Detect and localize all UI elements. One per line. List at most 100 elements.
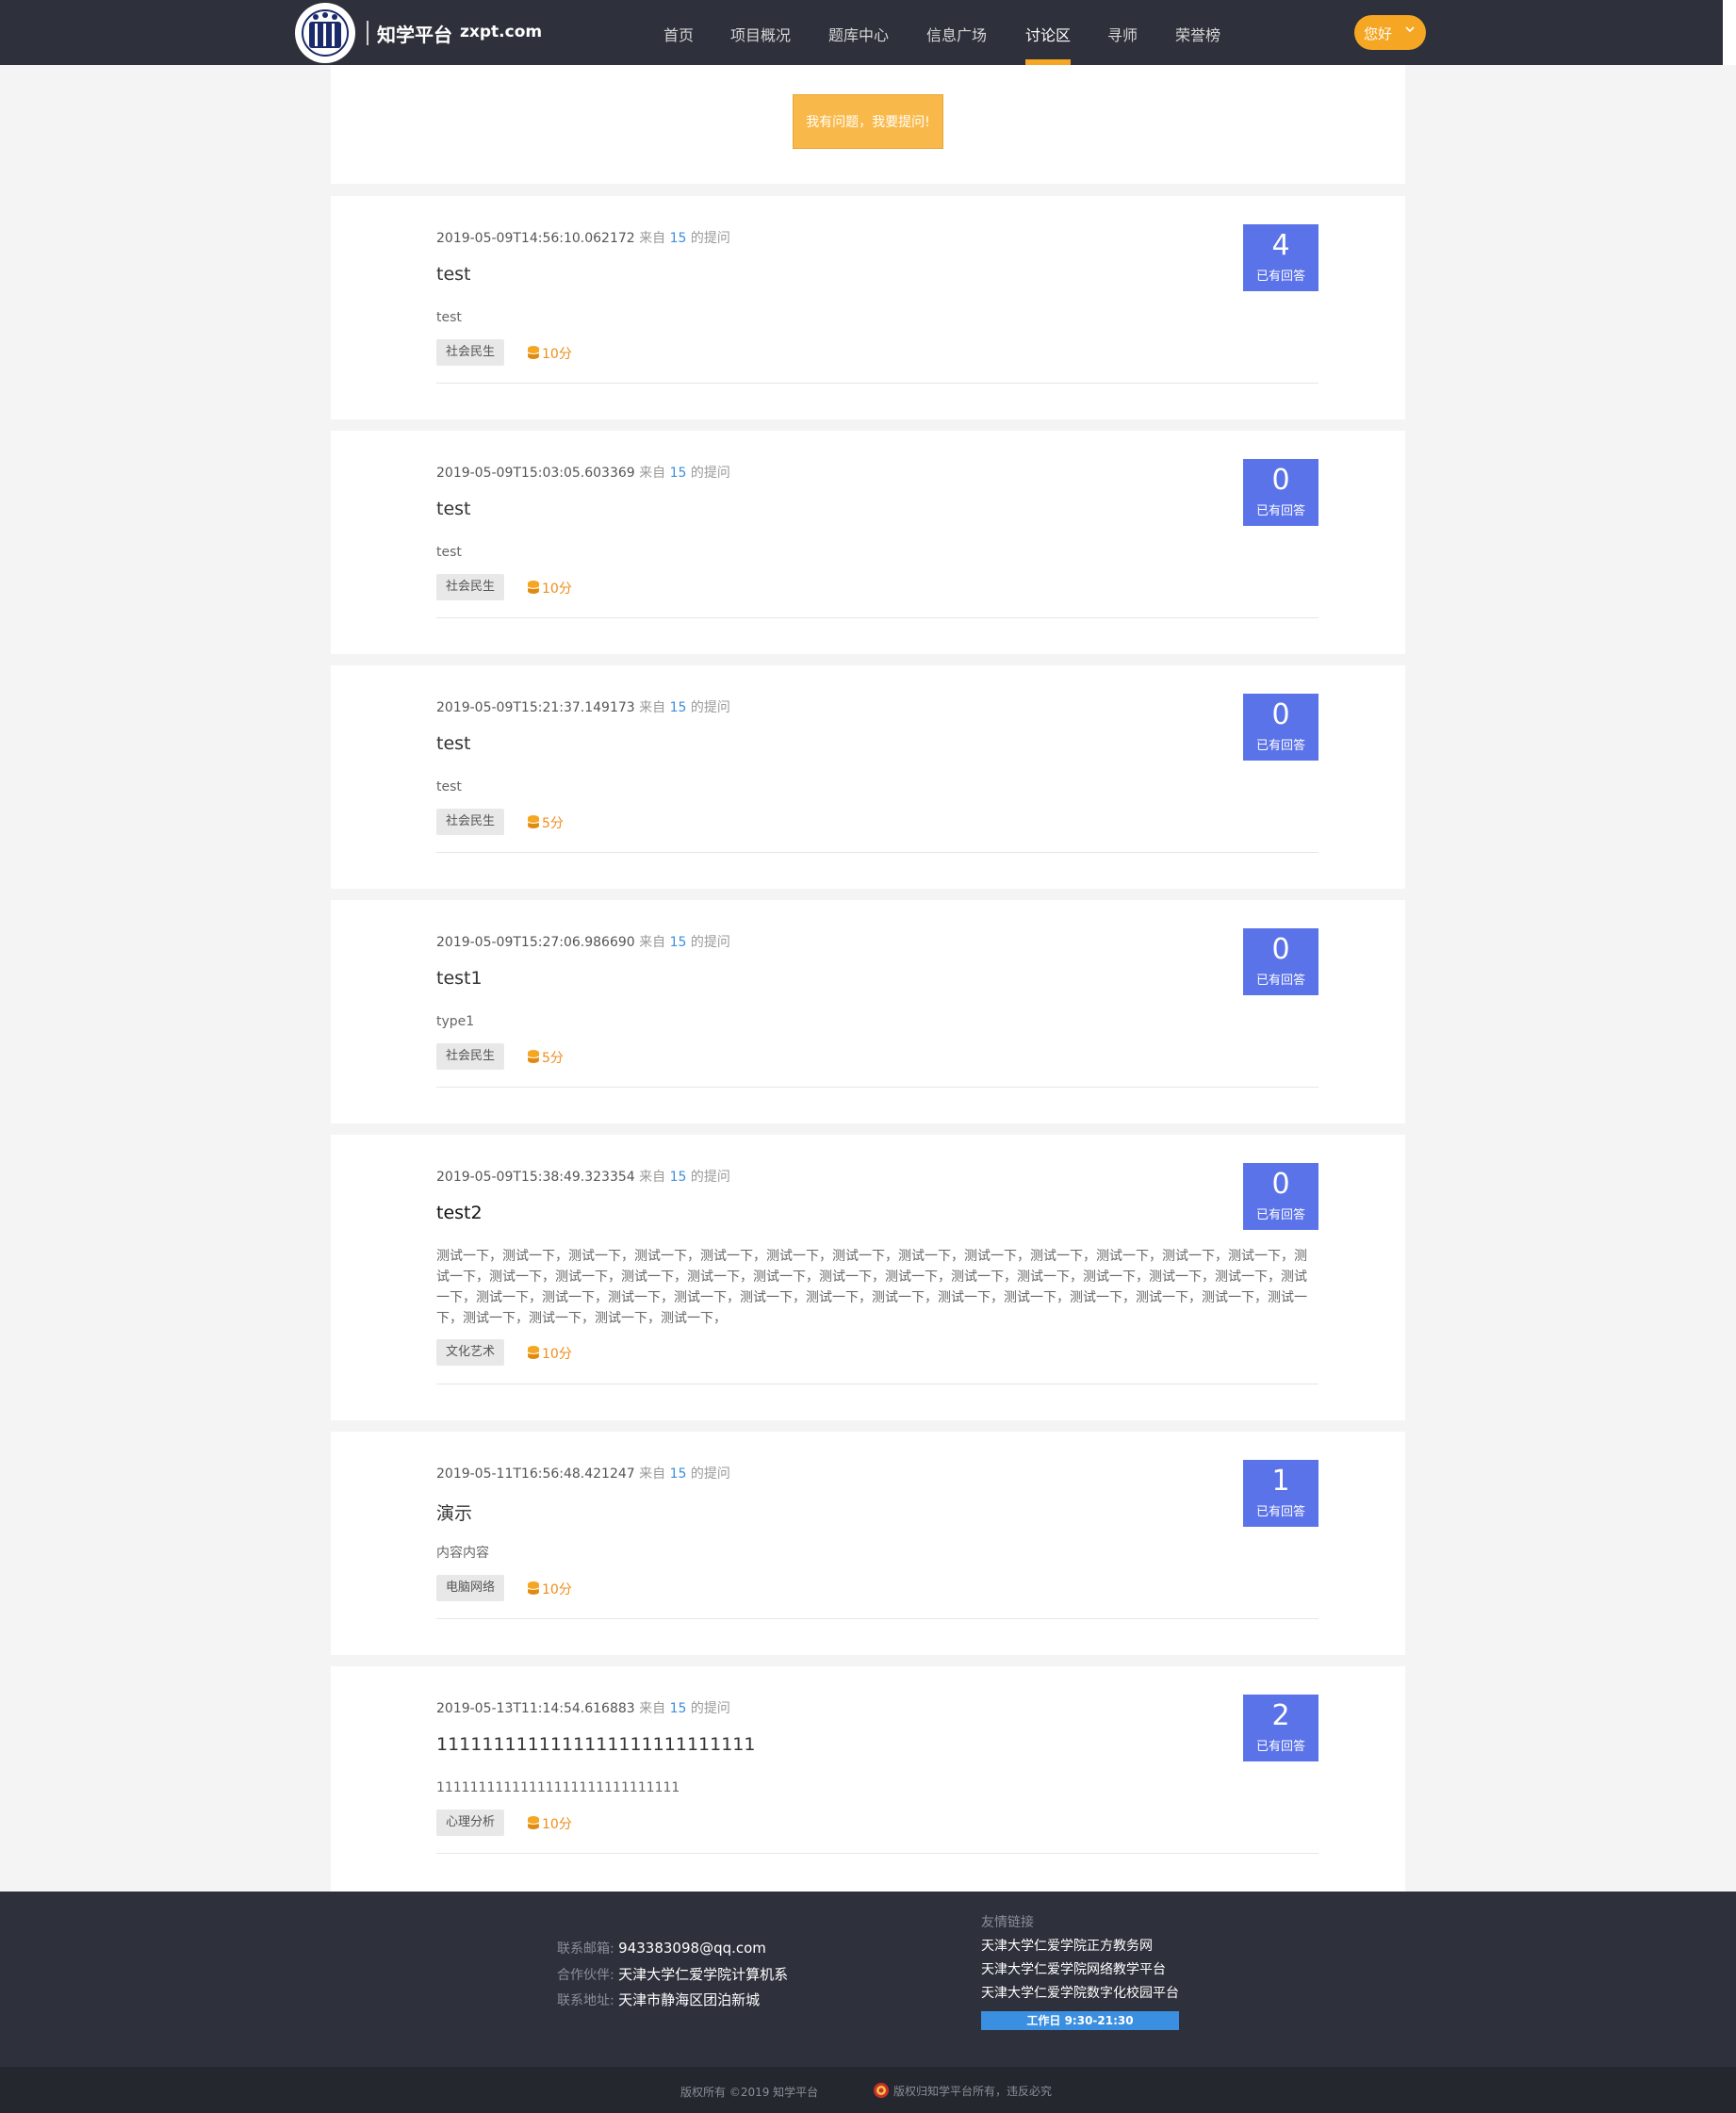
question-body: test [436, 545, 462, 560]
reward-points-value: 5分 [542, 816, 564, 831]
question-title[interactable]: test [436, 733, 471, 754]
friend-link-campus[interactable]: 天津大学仁爱学院数字化校园平台 [981, 1983, 1179, 2002]
asker-id-link[interactable]: 15 [670, 935, 687, 950]
question-from: 来自 [639, 1701, 666, 1716]
nav-honor-roll[interactable]: 荣誉榜 [1175, 23, 1220, 45]
question-card[interactable]: 2019-05-09T15:21:37.149173 来自 15 的提问 tes… [331, 665, 1405, 889]
asker-id-link[interactable]: 15 [670, 1701, 687, 1716]
answer-count-box[interactable]: 2 已有回答 [1243, 1695, 1318, 1761]
coin-stack-icon [527, 346, 540, 359]
reward-points-value: 10分 [542, 1347, 572, 1362]
question-time: 2019-05-09T15:38:49.323354 [436, 1170, 635, 1185]
question-body: 内容内容 [436, 1546, 489, 1561]
asker-id-link[interactable]: 15 [670, 231, 687, 246]
question-title[interactable]: 演示 [436, 1499, 472, 1525]
answer-count-label: 已有回答 [1255, 270, 1305, 284]
question-divider [436, 852, 1318, 853]
reward-points: 10分 [527, 579, 572, 598]
footer-partner-label: 合作伙伴: [557, 1968, 614, 1983]
reward-points-value: 5分 [542, 1051, 564, 1066]
answer-count-box[interactable]: 1 已有回答 [1243, 1460, 1318, 1527]
category-tag[interactable]: 社会民生 [436, 339, 505, 366]
reward-points: 5分 [527, 813, 564, 832]
footer-email: 联系邮箱: 943383098@qq.com [557, 1939, 766, 1957]
answer-count-box[interactable]: 0 已有回答 [1243, 459, 1318, 526]
question-card[interactable]: 2019-05-09T14:56:10.062172 来自 15 的提问 tes… [331, 196, 1405, 419]
question-meta: 2019-05-13T11:14:54.616883 来自 15 的提问 [436, 1698, 730, 1717]
answer-count: 4 [1271, 229, 1290, 262]
question-divider [436, 1618, 1318, 1619]
question-title[interactable]: test [436, 264, 471, 285]
footer-email-value[interactable]: 943383098@qq.com [618, 1940, 766, 1957]
friend-link-academic[interactable]: 天津大学仁爱学院正方教务网 [981, 1936, 1153, 1955]
question-card[interactable]: 2019-05-09T15:38:49.323354 来自 15 的提问 tes… [331, 1135, 1405, 1420]
question-suffix: 的提问 [690, 1466, 730, 1482]
asker-id-link[interactable]: 15 [670, 466, 687, 481]
chevron-down-icon [1404, 24, 1416, 38]
category-tag[interactable]: 社会民生 [436, 574, 505, 600]
question-card[interactable]: 2019-05-09T15:03:05.603369 来自 15 的提问 tes… [331, 431, 1405, 654]
nav-project-overview[interactable]: 项目概况 [730, 23, 791, 45]
answer-count: 1 [1271, 1465, 1290, 1498]
coin-stack-icon [527, 581, 540, 594]
ask-question-button[interactable]: 我有问题，我要提问! [793, 94, 943, 149]
top-navbar: 知学平台 zxpt.com 首页 项目概况 题库中心 信息广场 讨论区 寻师 荣… [0, 0, 1723, 65]
reward-points-value: 10分 [542, 1817, 572, 1832]
answer-count-box[interactable]: 4 已有回答 [1243, 224, 1318, 291]
friend-link-teaching[interactable]: 天津大学仁爱学院网络教学平台 [981, 1959, 1166, 1978]
question-time: 2019-05-13T11:14:54.616883 [436, 1701, 635, 1716]
question-title[interactable]: test1 [436, 968, 483, 989]
question-suffix: 的提问 [690, 700, 730, 715]
nav-home[interactable]: 首页 [663, 23, 694, 45]
question-time: 2019-05-09T15:27:06.986690 [436, 935, 635, 950]
answer-count-label: 已有回答 [1255, 504, 1305, 518]
question-title[interactable]: test [436, 499, 471, 519]
question-card[interactable]: 2019-05-11T16:56:48.421247 来自 15 的提问 演示 … [331, 1432, 1405, 1655]
answer-count-box[interactable]: 0 已有回答 [1243, 928, 1318, 995]
question-body: 测试一下，测试一下，测试一下，测试一下，测试一下，测试一下，测试一下，测试一下，… [436, 1249, 1307, 1326]
asker-id-link[interactable]: 15 [670, 700, 687, 715]
nav-find-teacher[interactable]: 寻师 [1107, 23, 1138, 45]
category-tag[interactable]: 文化艺术 [436, 1339, 505, 1366]
ask-question-panel: 我有问题，我要提问! [331, 65, 1405, 184]
reward-points-value: 10分 [542, 1582, 572, 1597]
copyright-text: 版权所有 ©2019 知学平台 [680, 2086, 819, 2099]
question-body: test [436, 310, 462, 325]
scrollbar-gutter [1723, 0, 1736, 65]
copyright-bar: 版权所有 ©2019 知学平台 版权归知学平台所有，违反必究 [0, 2067, 1736, 2113]
question-card[interactable]: 2019-05-09T15:27:06.986690 来自 15 的提问 tes… [331, 900, 1405, 1123]
category-tag[interactable]: 心理分析 [436, 1810, 505, 1836]
friend-links-title: 友情链接 [981, 1915, 1034, 1930]
category-tag[interactable]: 社会民生 [436, 1043, 505, 1070]
copyright-notice: 版权归知学平台所有，违反必究 [873, 2082, 1052, 2099]
category-tag[interactable]: 社会民生 [436, 809, 505, 835]
question-from: 来自 [639, 700, 666, 715]
question-title[interactable]: 1111111111111111111111111111 [436, 1734, 755, 1755]
site-footer: 联系邮箱: 943383098@qq.com 合作伙伴: 天津大学仁爱学院计算机… [0, 1892, 1736, 2067]
user-menu-button[interactable]: 您好 [1354, 15, 1426, 50]
asker-id-link[interactable]: 15 [670, 1466, 687, 1482]
site-logo[interactable] [295, 3, 355, 63]
answer-count: 0 [1271, 1168, 1290, 1201]
answer-count-label: 已有回答 [1255, 1208, 1305, 1222]
reward-points: 10分 [527, 344, 572, 363]
answer-count-box[interactable]: 0 已有回答 [1243, 1163, 1318, 1230]
answer-count-box[interactable]: 0 已有回答 [1243, 694, 1318, 761]
question-title[interactable]: test2 [436, 1203, 483, 1223]
nav-discussion[interactable]: 讨论区 [1025, 23, 1071, 45]
coin-stack-icon [527, 1816, 540, 1829]
asker-id-link[interactable]: 15 [670, 1170, 687, 1185]
logo-separator [367, 21, 368, 45]
question-divider [436, 383, 1318, 384]
nav-question-bank[interactable]: 题库中心 [828, 23, 889, 45]
coin-stack-icon [527, 1581, 540, 1595]
question-divider [436, 1087, 1318, 1088]
logo-emblem-icon [302, 9, 349, 57]
answer-count-label: 已有回答 [1255, 1505, 1305, 1519]
reward-points: 5分 [527, 1048, 564, 1067]
category-tag[interactable]: 电脑网络 [436, 1575, 505, 1601]
question-card[interactable]: 2019-05-13T11:14:54.616883 来自 15 的提问 111… [331, 1666, 1405, 1892]
footer-email-label: 联系邮箱: [557, 1941, 614, 1957]
police-badge-icon [874, 2083, 889, 2098]
nav-info-plaza[interactable]: 信息广场 [926, 23, 987, 45]
